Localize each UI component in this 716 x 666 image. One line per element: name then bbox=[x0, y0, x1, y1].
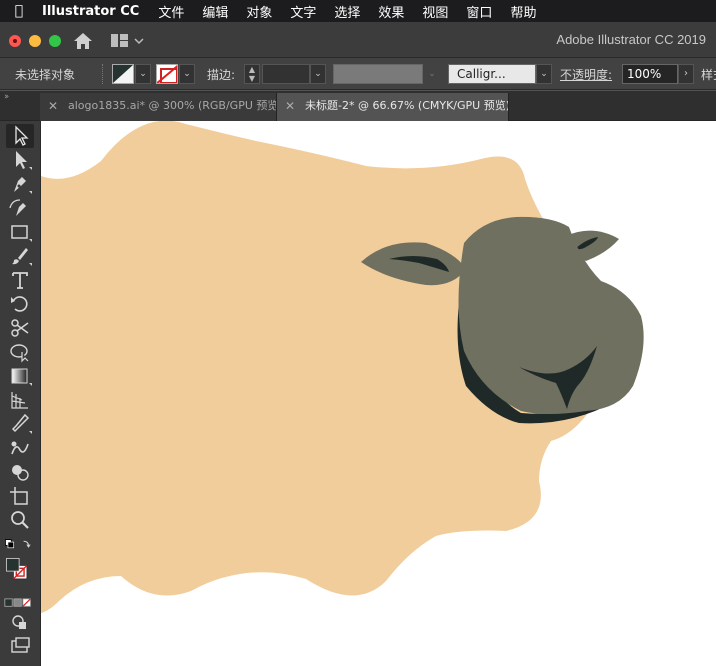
perspective-grid-tool-icon[interactable] bbox=[6, 388, 34, 412]
stroke-dropdown-chevron-icon[interactable]: ⌄ bbox=[179, 64, 195, 84]
stroke-weight-chevron-icon[interactable]: ⌄ bbox=[310, 64, 326, 84]
rotate-tool-icon[interactable] bbox=[6, 292, 34, 316]
shape-builder-tool-icon[interactable] bbox=[6, 460, 34, 484]
tab-untitled-2[interactable]: ✕ 未标题-2* @ 66.67% (CMYK/GPU 预览) bbox=[277, 93, 509, 121]
collapse-panels-icon[interactable]: ›› bbox=[4, 92, 9, 102]
artboard-canvas[interactable] bbox=[41, 121, 716, 666]
opacity-label[interactable]: 不透明度: bbox=[560, 66, 612, 83]
draw-mode-icon[interactable] bbox=[6, 609, 34, 633]
sheep-head[interactable] bbox=[458, 216, 644, 414]
stroke-weight-input[interactable] bbox=[262, 64, 310, 84]
minimize-window-button[interactable] bbox=[29, 35, 41, 47]
menu-effect[interactable]: 效果 bbox=[369, 2, 413, 21]
zoom-tool-icon[interactable] bbox=[6, 508, 34, 532]
brush-chevron-icon[interactable]: ⌄ bbox=[536, 64, 552, 84]
menu-window[interactable]: 窗口 bbox=[457, 2, 501, 21]
application-title: Adobe Illustrator CC 2019 bbox=[556, 32, 706, 47]
fill-color-swatch[interactable] bbox=[112, 64, 134, 84]
variable-width-profile[interactable] bbox=[333, 64, 423, 84]
scissors-tool-icon[interactable] bbox=[6, 316, 34, 340]
control-bar: 未选择对象 ⌄ ⌄ 描边: ▲ ▼ ⌄ ⌄ Calligr... ⌄ 不透明度: … bbox=[0, 58, 716, 90]
paintbrush-tool-icon[interactable] bbox=[6, 244, 34, 268]
macos-menubar:  Illustrator CC 文件 编辑 对象 文字 选择 效果 视图 窗口… bbox=[0, 0, 716, 22]
home-icon[interactable] bbox=[72, 31, 94, 51]
stroke-color-swatch[interactable] bbox=[156, 64, 178, 84]
menu-file[interactable]: 文件 bbox=[149, 2, 193, 21]
fill-stroke-indicator[interactable] bbox=[3, 557, 39, 591]
close-tab-icon[interactable]: ✕ bbox=[285, 93, 295, 119]
close-window-button[interactable] bbox=[9, 35, 21, 47]
selection-status: 未选择对象 bbox=[15, 68, 76, 82]
fill-dropdown-chevron-icon[interactable]: ⌄ bbox=[135, 64, 151, 84]
panel-grip[interactable] bbox=[102, 64, 104, 84]
menu-select[interactable]: 选择 bbox=[325, 2, 369, 21]
style-label[interactable]: 样式 bbox=[701, 66, 716, 83]
opacity-arrow-icon[interactable]: › bbox=[678, 64, 694, 84]
variable-width-chevron-icon[interactable]: ⌄ bbox=[425, 64, 439, 84]
sheep-artwork[interactable] bbox=[41, 121, 716, 666]
gradient-tool-icon[interactable] bbox=[6, 364, 34, 388]
direct-selection-tool-icon[interactable] bbox=[6, 148, 34, 172]
rectangle-tool-icon[interactable] bbox=[6, 220, 34, 244]
tab-alogo1835[interactable]: ✕ alogo1835.ai* @ 300% (RGB/GPU 预览) bbox=[40, 93, 277, 121]
workspace-switcher-button[interactable] bbox=[110, 32, 148, 50]
screen-mode-icon[interactable] bbox=[6, 633, 34, 657]
default-colors-swap-icon[interactable] bbox=[3, 535, 37, 559]
pen-tool-icon[interactable] bbox=[6, 172, 34, 196]
menu-app-name[interactable]: Illustrator CC bbox=[38, 4, 149, 19]
menu-type[interactable]: 文字 bbox=[281, 2, 325, 21]
menu-help[interactable]: 帮助 bbox=[501, 2, 545, 21]
window-titlebar: Adobe Illustrator CC 2019 bbox=[0, 22, 716, 58]
tools-panel bbox=[0, 121, 41, 666]
stroke-label[interactable]: 描边: bbox=[207, 66, 235, 83]
brush-definition-select[interactable]: Calligr... bbox=[448, 64, 536, 84]
tab-label: alogo1835.ai* @ 300% (RGB/GPU 预览) bbox=[68, 99, 277, 112]
eyedropper-tool-icon[interactable] bbox=[6, 412, 34, 436]
curvature-tool-icon[interactable] bbox=[6, 196, 34, 220]
puppet-warp-tool-icon[interactable] bbox=[6, 340, 34, 364]
menu-view[interactable]: 视图 bbox=[413, 2, 457, 21]
artboard-tool-icon[interactable] bbox=[6, 484, 34, 508]
zoom-window-button[interactable] bbox=[49, 35, 61, 47]
color-mode-buttons[interactable] bbox=[4, 591, 38, 607]
close-tab-icon[interactable]: ✕ bbox=[48, 93, 58, 119]
menu-object[interactable]: 对象 bbox=[237, 2, 281, 21]
opacity-input[interactable]: 100% bbox=[622, 64, 678, 84]
menu-edit[interactable]: 编辑 bbox=[193, 2, 237, 21]
stroke-weight-stepper[interactable]: ▲ ▼ bbox=[244, 64, 260, 84]
type-tool-icon[interactable] bbox=[6, 268, 34, 292]
selection-tool-icon[interactable] bbox=[6, 124, 34, 148]
document-tab-strip: ›› ✕ alogo1835.ai* @ 300% (RGB/GPU 预览) ✕… bbox=[0, 91, 716, 121]
tab-label: 未标题-2* @ 66.67% (CMYK/GPU 预览) bbox=[305, 99, 509, 112]
apple-logo-icon[interactable]:  bbox=[0, 3, 38, 19]
blend-tool-icon[interactable] bbox=[6, 436, 34, 460]
